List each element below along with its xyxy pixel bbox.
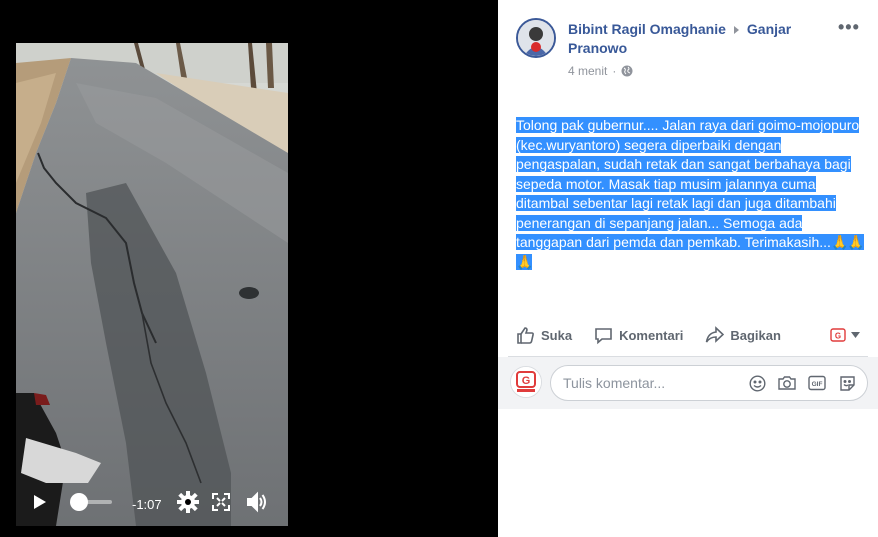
post-actions: Suka Komentari Bagikan G	[516, 318, 860, 352]
commenter-avatar-image: G	[511, 367, 541, 397]
video-scrubber[interactable]	[68, 490, 116, 514]
fullscreen-icon	[212, 493, 230, 511]
comment-icon	[595, 327, 612, 344]
play-icon	[34, 495, 46, 509]
svg-text:GIF: GIF	[812, 381, 823, 388]
post-as-selector[interactable]: G	[830, 327, 860, 343]
like-button[interactable]: Suka	[516, 326, 572, 345]
photo-button[interactable]	[777, 374, 797, 392]
thumbs-up-icon	[517, 326, 534, 344]
post-panel: Bibint Ragil Omaghanie Ganjar Pranowo •••…	[498, 0, 878, 537]
volume-button[interactable]	[244, 490, 270, 514]
globe-icon	[621, 65, 633, 77]
volume-icon	[247, 491, 266, 513]
author-name[interactable]: Bibint Ragil Omaghanie	[568, 21, 726, 37]
post-header: Bibint Ragil Omaghanie Ganjar Pranowo	[568, 20, 828, 58]
comment-box: GIF	[550, 365, 868, 401]
post-timestamp[interactable]: 4 menit	[568, 64, 607, 78]
video-frame	[16, 43, 288, 526]
svg-text:G: G	[835, 332, 841, 341]
comment-composer: G Tulis komentar... GIF	[498, 357, 878, 409]
gif-icon: GIF	[808, 375, 826, 391]
caret-down-icon	[851, 332, 860, 338]
svg-text:G: G	[522, 375, 531, 387]
caret-right-icon	[733, 25, 739, 34]
video-player[interactable]: -1:07	[16, 43, 288, 526]
share-button[interactable]: Bagikan	[705, 325, 781, 345]
gif-button[interactable]: GIF	[807, 374, 827, 392]
share-icon	[706, 325, 725, 343]
author-avatar[interactable]	[516, 18, 556, 58]
settings-icon	[177, 491, 199, 513]
video-pane: -1:07	[0, 0, 498, 537]
screen: -1:07 Bibint Ragil Omaghanie Ganjar Pran…	[0, 0, 878, 537]
comment-button[interactable]: Komentari	[594, 326, 683, 345]
emoji-icon	[748, 374, 766, 392]
post-text: Tolong pak gubernur.... Jalan raya dari …	[516, 117, 865, 270]
comment-input[interactable]	[563, 366, 733, 400]
fullscreen-button[interactable]	[209, 490, 233, 514]
more-options-button[interactable]: •••	[838, 17, 860, 38]
sticker-button[interactable]	[837, 374, 857, 392]
post-meta: 4 menit ·	[568, 64, 633, 78]
page-avatar-icon: G	[830, 328, 846, 342]
emoji-button[interactable]	[747, 374, 767, 392]
avatar-image	[518, 20, 554, 56]
commenter-avatar[interactable]: G	[510, 366, 542, 398]
play-button[interactable]	[28, 490, 52, 514]
time-remaining: -1:07	[132, 497, 162, 512]
scrubber-knob[interactable]	[70, 493, 88, 511]
comment-label: Komentari	[619, 327, 684, 343]
like-label: Suka	[541, 327, 573, 343]
camera-icon	[778, 376, 796, 390]
post-body: Tolong pak gubernur.... Jalan raya dari …	[516, 116, 866, 272]
sticker-icon	[839, 375, 855, 391]
settings-button[interactable]	[176, 490, 200, 514]
share-label: Bagikan	[730, 327, 781, 343]
